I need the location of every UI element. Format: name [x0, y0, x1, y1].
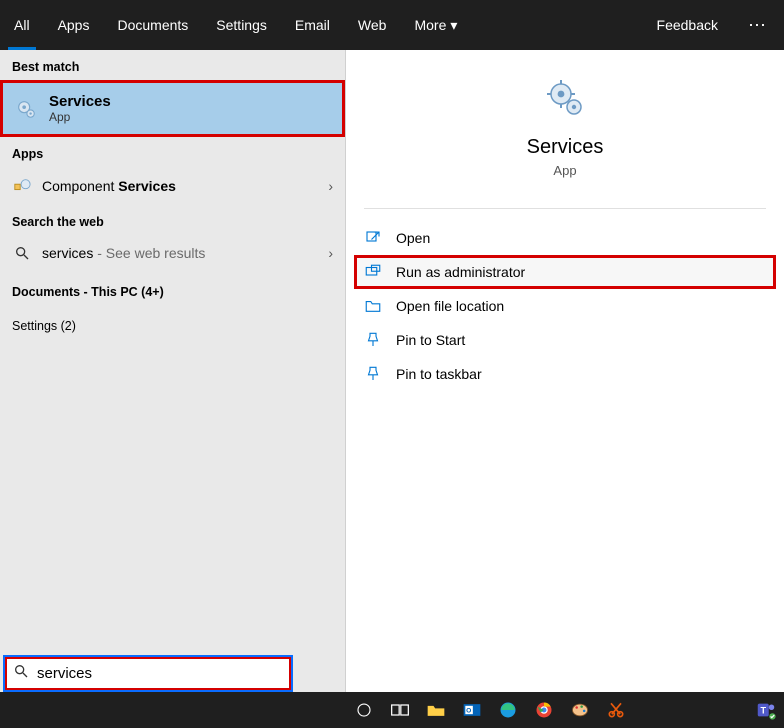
action-label: Open — [396, 230, 430, 246]
more-options-button[interactable]: ⋯ — [732, 15, 784, 36]
tab-settings[interactable]: Settings — [202, 0, 281, 50]
taskbar-task-view-icon[interactable] — [382, 692, 418, 728]
best-match-subtitle: App — [49, 110, 111, 124]
tab-email[interactable]: Email — [281, 0, 344, 50]
search-box[interactable] — [3, 655, 293, 692]
taskbar: O T — [0, 692, 784, 728]
tab-all[interactable]: All — [0, 0, 44, 50]
tab-apps[interactable]: Apps — [44, 0, 104, 50]
tab-web[interactable]: Web — [344, 0, 401, 50]
search-web-label: Search the web — [0, 205, 345, 235]
search-filter-tabs: All Apps Documents Settings Email Web Mo… — [0, 0, 784, 50]
chevron-down-icon: ▾ — [450, 17, 457, 34]
best-match-result[interactable]: Services App — [0, 80, 345, 137]
chevron-right-icon: › — [328, 178, 333, 194]
taskbar-cortana-icon[interactable] — [346, 692, 382, 728]
tab-documents[interactable]: Documents — [103, 0, 202, 50]
taskbar-paint-icon[interactable] — [562, 692, 598, 728]
action-open-file-location[interactable]: Open file location — [354, 289, 776, 323]
services-gear-icon — [15, 98, 37, 120]
pin-icon — [364, 365, 382, 383]
chevron-right-icon: › — [328, 245, 333, 261]
component-services-icon — [12, 177, 32, 195]
svg-text:T: T — [760, 706, 766, 716]
result-label: Component Services — [42, 178, 176, 194]
search-input[interactable] — [37, 665, 283, 682]
taskbar-outlook-icon[interactable]: O — [454, 692, 490, 728]
open-app-icon — [364, 229, 382, 247]
svg-text:O: O — [466, 708, 471, 715]
action-label: Run as administrator — [396, 264, 525, 280]
settings-section-label[interactable]: Settings (2) — [0, 305, 345, 339]
result-label: services - See web results — [42, 245, 205, 261]
action-pin-to-taskbar[interactable]: Pin to taskbar — [354, 357, 776, 391]
taskbar-teams-icon[interactable]: T — [748, 692, 784, 728]
preview-panel: Services App Open Run as administrator O… — [346, 50, 784, 692]
taskbar-edge-icon[interactable] — [490, 692, 526, 728]
feedback-button[interactable]: Feedback — [643, 0, 732, 50]
action-label: Pin to Start — [396, 332, 465, 348]
admin-shield-icon — [364, 263, 382, 281]
action-label: Pin to taskbar — [396, 366, 482, 382]
folder-icon — [364, 297, 382, 315]
search-icon — [12, 245, 32, 261]
divider — [364, 208, 766, 209]
action-open[interactable]: Open — [354, 221, 776, 255]
action-run-as-admin[interactable]: Run as administrator — [354, 255, 776, 289]
tab-more[interactable]: More ▾ — [400, 0, 471, 50]
apps-section-label: Apps — [0, 137, 345, 167]
tab-more-label: More — [414, 17, 446, 33]
services-gear-icon — [545, 78, 585, 118]
preview-title: Services — [346, 136, 784, 159]
result-component-services[interactable]: Component Services › — [0, 167, 345, 205]
documents-section-label[interactable]: Documents - This PC (4+) — [0, 271, 345, 305]
best-match-title: Services — [49, 93, 111, 110]
taskbar-explorer-icon[interactable] — [418, 692, 454, 728]
result-web-search[interactable]: services - See web results › — [0, 235, 345, 271]
pin-icon — [364, 331, 382, 349]
best-match-label: Best match — [0, 50, 345, 80]
search-icon — [13, 663, 29, 684]
results-panel: Best match Services App Apps Component S… — [0, 50, 346, 692]
taskbar-snip-icon[interactable] — [598, 692, 634, 728]
action-pin-to-start[interactable]: Pin to Start — [354, 323, 776, 357]
taskbar-chrome-icon[interactable] — [526, 692, 562, 728]
preview-subtitle: App — [346, 163, 784, 178]
action-label: Open file location — [396, 298, 504, 314]
